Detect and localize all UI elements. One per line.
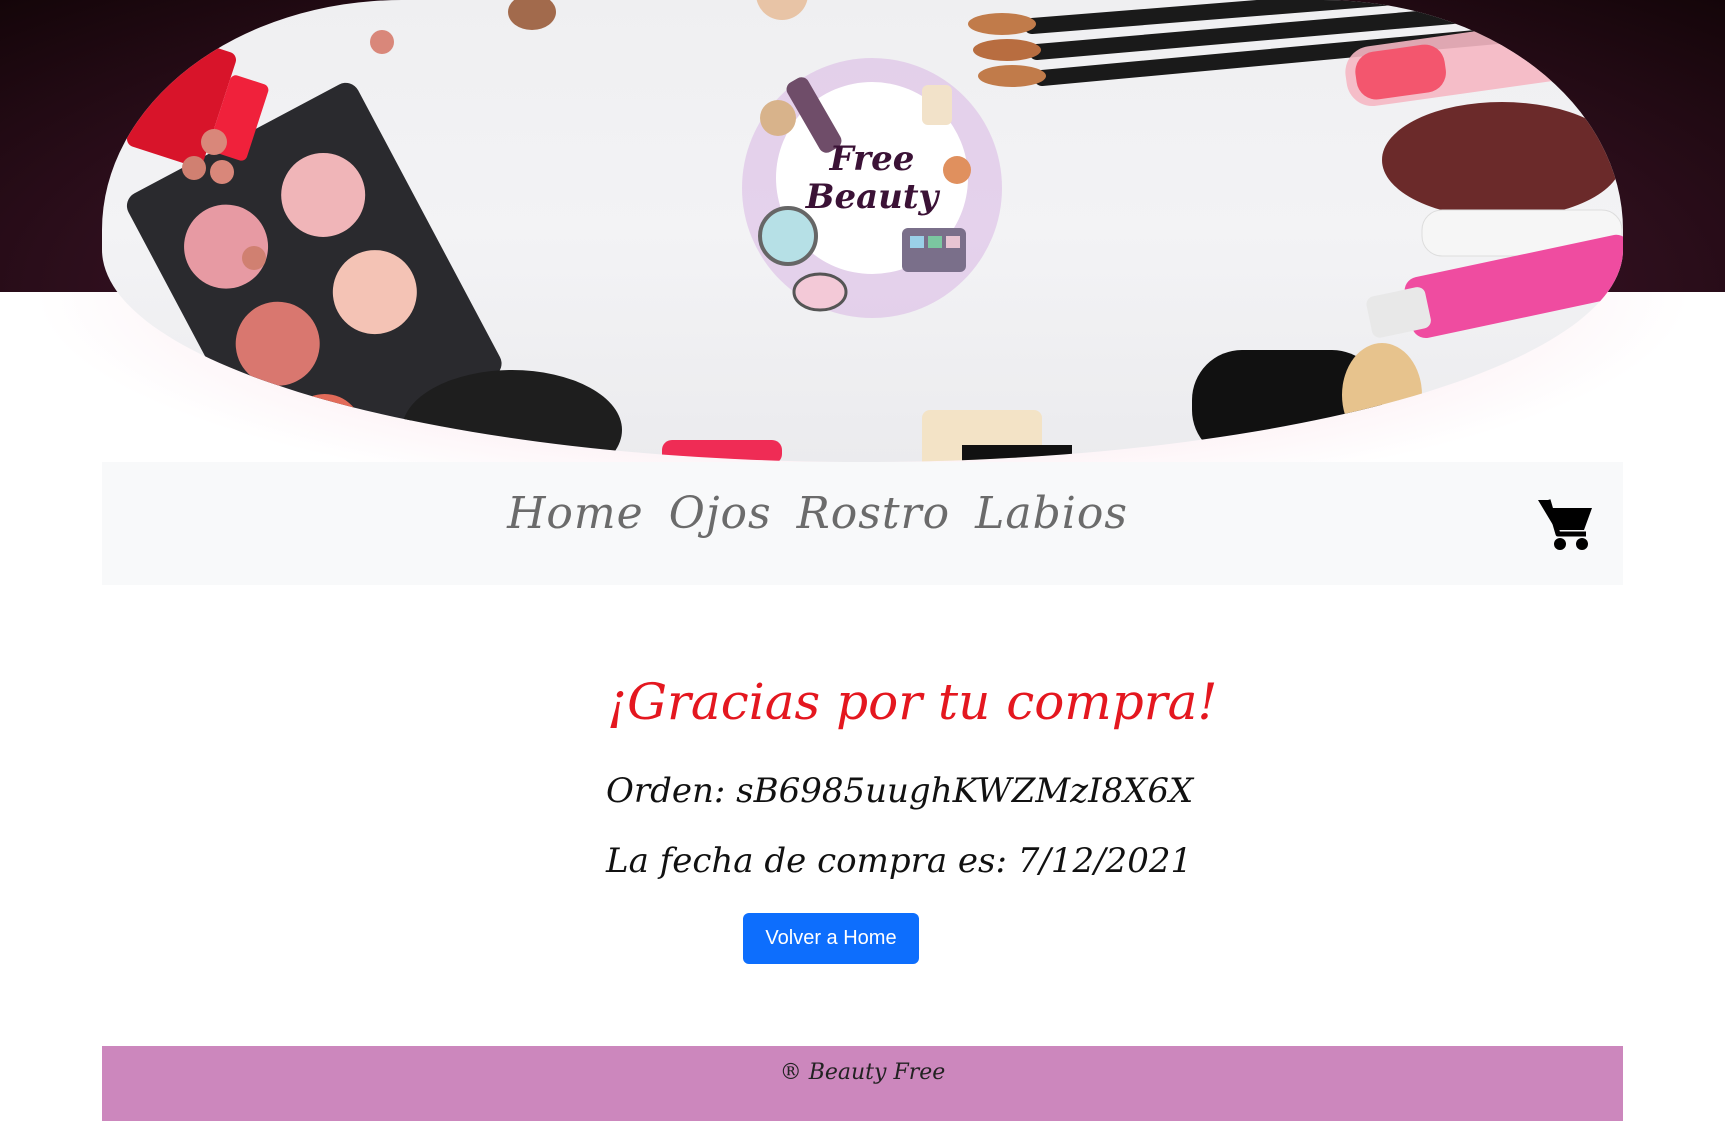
- nav-link-labios[interactable]: Labios: [975, 488, 1128, 539]
- purchase-date-text: La fecha de compra es: 7/12/2021: [606, 841, 1193, 881]
- nav-links: Home Ojos Rostro Labios: [102, 488, 1623, 539]
- logo-text-line2: Beauty: [805, 177, 939, 217]
- thank-you-title: ¡Gracias por tu compra!: [607, 673, 1218, 731]
- nav-link-rostro[interactable]: Rostro: [797, 488, 950, 539]
- makeup-background-image: [126, 0, 1623, 462]
- hero-banner: Free Beauty: [102, 0, 1623, 462]
- footer-copyright: ® Beauty Free: [779, 1060, 946, 1085]
- back-home-button[interactable]: Volver a Home: [743, 913, 919, 964]
- logo-text-line1: Free: [829, 139, 915, 179]
- footer: ® Beauty Free: [102, 1046, 1623, 1121]
- logo-text: Free Beauty: [802, 140, 942, 216]
- cart-button[interactable]: [1536, 496, 1596, 552]
- nav-link-ojos[interactable]: Ojos: [669, 488, 772, 539]
- order-id-text: Orden: sB6985uughKWZMzI8X6X: [606, 771, 1194, 811]
- shopping-cart-icon: [1538, 499, 1592, 550]
- navbar: Home Ojos Rostro Labios: [102, 462, 1623, 585]
- nav-link-home[interactable]: Home: [507, 488, 644, 539]
